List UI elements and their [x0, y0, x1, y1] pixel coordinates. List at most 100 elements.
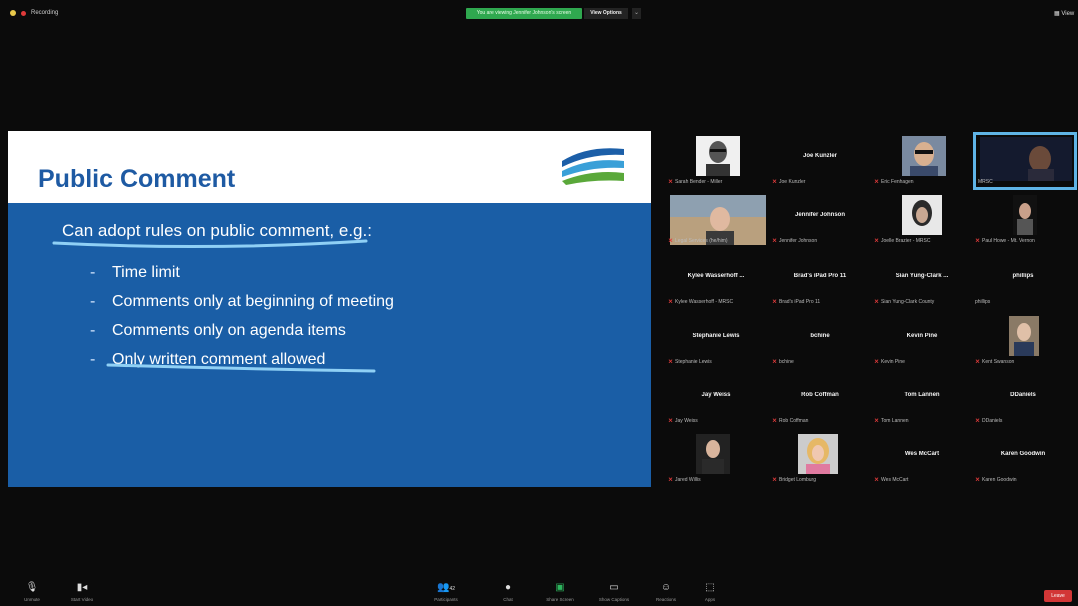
- top-bar: Recording You are viewing Jennifer Johns…: [0, 0, 1078, 26]
- leave-button[interactable]: Leave: [1044, 590, 1072, 602]
- slide-bullet-list: - Time limit - Comments only at beginning …: [90, 258, 394, 374]
- participant-label: ⨯ Brad's iPad Pro 11: [772, 298, 821, 306]
- participant-tile[interactable]: Rob Coffman ⨯ Rob Coffman: [770, 373, 870, 427]
- chat-icon: ●: [504, 582, 512, 593]
- reactions-icon: ☺: [660, 582, 672, 593]
- participant-tile[interactable]: Jay Weiss ⨯ Jay Weiss: [666, 373, 766, 427]
- participant-tile[interactable]: ⨯ Legal Services (he/him): [666, 193, 766, 247]
- participant-tile[interactable]: ⨯ Jared Willis: [666, 432, 766, 486]
- mic-muted-icon: ⨯: [668, 418, 674, 424]
- participant-name: Karen Goodwin: [1000, 451, 1046, 457]
- participant-label: phillips: [975, 299, 991, 305]
- bullet-item: - Only written comment allowed: [90, 350, 326, 368]
- participant-tile[interactable]: Brad's iPad Pro 11 ⨯ Brad's iPad Pro 11: [770, 254, 870, 308]
- participant-name: Rob Coffman: [801, 392, 839, 398]
- participant-name: Sian Yung-Clark ...: [895, 273, 949, 279]
- participant-label: ⨯ Wes McCart: [874, 476, 909, 484]
- participant-label: ⨯ Jared Willis: [668, 476, 701, 484]
- recording-indicator[interactable]: Recording: [10, 10, 58, 16]
- participant-video: [902, 195, 942, 235]
- reactions-button[interactable]: ☺ Reactions: [648, 582, 684, 602]
- mic-muted-icon: ⨯: [772, 179, 778, 185]
- participant-tile[interactable]: Sian Yung-Clark ... ⨯ Sian Yung-Clark Cou…: [872, 254, 972, 308]
- participant-video: [1009, 316, 1039, 356]
- participant-video: [902, 136, 946, 176]
- participant-tile[interactable]: Joe Kunzler ⨯ Joe Kunzler: [770, 134, 870, 188]
- participant-name: Wes McCart: [904, 451, 940, 457]
- participant-tile[interactable]: Kevin Pine ⨯ Kevin Pine: [872, 314, 972, 368]
- participant-tile[interactable]: Jennifer Johnson ⨯ Jennifer Johnson: [770, 193, 870, 247]
- view-options-button[interactable]: View Options: [584, 8, 628, 19]
- participant-tile[interactable]: Kylee Wasserhoff ... ⨯ Kylee Wasserhoff -…: [666, 254, 766, 308]
- organization-logo-icon: [562, 148, 624, 185]
- participant-video: [696, 136, 740, 176]
- mic-muted-icon: ⨯: [874, 179, 880, 185]
- participant-tile[interactable]: ⨯ Paul Howe - Mt. Vernon: [973, 193, 1073, 247]
- participant-tile[interactable]: Wes McCart ⨯ Wes McCart: [872, 432, 972, 486]
- slide-header: Public Comment: [8, 131, 651, 201]
- mic-muted-icon: ⨯: [975, 238, 981, 244]
- participant-tile[interactable]: ⨯ Sarah Bender - Miller: [666, 134, 766, 188]
- bullet-item: - Time limit: [90, 263, 180, 281]
- mic-muted-icon: ⨯: [874, 477, 880, 483]
- participant-tile-active-speaker[interactable]: MRSC: [973, 132, 1077, 190]
- participant-tile[interactable]: Stephanie Lewis ⨯ Stephanie Lewis: [666, 314, 766, 368]
- mic-muted-icon: ⨯: [772, 299, 778, 305]
- participant-tile[interactable]: DDaniels ⨯ DDaniels: [973, 373, 1073, 427]
- recording-label: Recording: [31, 10, 59, 16]
- participant-name: DDaniels: [1010, 392, 1036, 398]
- mic-muted-icon: ⨯: [668, 238, 674, 244]
- microphone-icon: 🎙: [25, 582, 39, 593]
- view-button[interactable]: ▦ View: [1054, 10, 1074, 17]
- record-icon: [21, 10, 26, 16]
- share-screen-icon: ▣: [555, 582, 565, 593]
- show-captions-button[interactable]: ▭ Show Captions: [596, 582, 632, 602]
- mic-muted-icon: ⨯: [668, 299, 674, 305]
- participant-tile[interactable]: Tom Lannen ⨯ Tom Lannen: [872, 373, 972, 427]
- start-video-button[interactable]: ▮◂ Start Video: [64, 582, 100, 602]
- participant-tile[interactable]: ⨯ Kent Swanson: [973, 314, 1073, 368]
- participant-label: ⨯ Jay Weiss: [668, 417, 698, 425]
- grid-icon: ▦: [1054, 11, 1060, 17]
- mic-muted-icon: ⨯: [668, 477, 674, 483]
- mic-muted-icon: ⨯: [668, 359, 674, 365]
- chevron-down-icon[interactable]: ⌄: [632, 8, 641, 19]
- chat-button[interactable]: ● Chat: [490, 582, 526, 602]
- participant-label: ⨯ Karen Goodwin: [975, 476, 1017, 484]
- shared-slide: Public Comment Can adopt rules on public…: [8, 131, 651, 487]
- participant-label: ⨯ Legal Services (he/him): [668, 237, 728, 245]
- mic-muted-icon: ⨯: [668, 179, 674, 185]
- participant-label: ⨯ Kent Swanson: [975, 358, 1015, 366]
- participant-label: ⨯ bchine: [772, 358, 794, 366]
- bullet-item: - Comments only on agenda items: [90, 321, 346, 339]
- share-screen-button[interactable]: ▣ Share Screen: [542, 582, 578, 602]
- slide-main-point: Can adopt rules on public comment, e.g.:: [62, 221, 372, 240]
- participant-tile[interactable]: bchine ⨯ bchine: [770, 314, 870, 368]
- mic-muted-icon: ⨯: [975, 477, 981, 483]
- participant-name: Joe Kunzler: [802, 153, 837, 159]
- participant-name: Tom Lannen: [904, 392, 940, 398]
- participant-label: ⨯ DDaniels: [975, 417, 1003, 425]
- participant-tile[interactable]: Karen Goodwin ⨯ Karen Goodwin: [973, 432, 1073, 486]
- bullet-item: - Comments only at beginning of meeting: [90, 292, 394, 310]
- participant-tile[interactable]: ⨯ Bridget Lomburg: [770, 432, 870, 486]
- mic-muted-icon: ⨯: [874, 299, 880, 305]
- participant-name: Stephanie Lewis: [692, 333, 740, 339]
- participants-icon: 👥: [436, 582, 450, 593]
- mic-muted-icon: ⨯: [874, 418, 880, 424]
- meeting-toolbar: 🎙 Unmute ▮◂ Start Video 👥42 Participants…: [0, 580, 1078, 606]
- participant-tile[interactable]: phillips phillips: [973, 254, 1073, 308]
- participant-label: ⨯ Bridget Lomburg: [772, 476, 816, 484]
- mic-muted-icon: ⨯: [772, 359, 778, 365]
- participants-button[interactable]: 👥42 Participants: [428, 582, 464, 602]
- participant-name: Jennifer Johnson: [794, 212, 845, 218]
- participant-tile[interactable]: ⨯ Joelle Brazier - MRSC: [872, 193, 972, 247]
- apps-button[interactable]: ⬚ Apps: [692, 582, 728, 602]
- participant-name: Jay Weiss: [701, 392, 731, 398]
- header-divider: [8, 199, 651, 203]
- participant-video: [1013, 195, 1037, 235]
- participant-tile[interactable]: ⨯ Eric Fenhagen: [872, 134, 972, 188]
- unmute-button[interactable]: 🎙 Unmute: [14, 582, 50, 602]
- mic-muted-icon: ⨯: [874, 238, 880, 244]
- participant-name: phillips: [1012, 273, 1034, 279]
